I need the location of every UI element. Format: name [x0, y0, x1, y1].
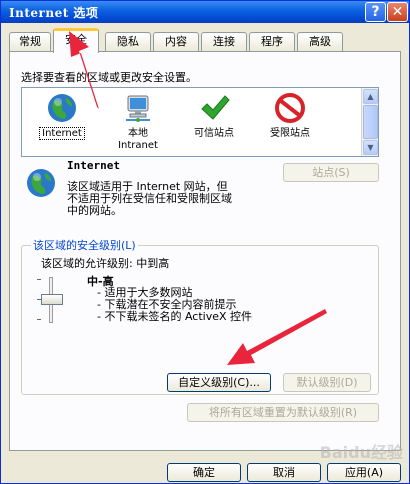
bullet-text: 不下载未签名的 ActiveX 控件 — [104, 310, 253, 323]
tab-privacy[interactable]: 隐私 — [105, 32, 151, 52]
checkmark-icon — [201, 95, 230, 120]
scroll-up-icon[interactable]: ▲ — [363, 89, 378, 104]
security-level-legend: 该区域的安全级别(L) — [31, 237, 138, 253]
slider-tick — [37, 319, 41, 320]
tab-content[interactable]: 内容 — [153, 32, 199, 52]
restricted-icon — [275, 93, 305, 123]
zone-label: 本地 Intranet — [118, 128, 158, 151]
watermark: Baidu经验 — [319, 443, 403, 462]
tab-security[interactable]: 安全 — [53, 28, 99, 53]
description-line: 中的网站。 — [67, 204, 122, 217]
window-title: Internet 选项 — [9, 6, 99, 20]
zone-label: 受限站点 — [270, 128, 310, 139]
allowed-levels-text: 该区域的允许级别: 中到高 — [41, 257, 170, 270]
zone-list-scrollbar[interactable]: ▲ ▼ — [361, 88, 378, 156]
selected-zone-description: 该区域适用于 Internet 网站，但 不适用于列在受信任和受限制区域 中的网… — [67, 181, 232, 217]
computer-network-icon — [126, 95, 150, 122]
zone-local-intranet[interactable]: 本地 Intranet — [102, 92, 174, 152]
default-level-button[interactable]: 默认级别(D) — [283, 373, 371, 392]
slider-tick — [37, 279, 41, 280]
internet-options-window: Internet 选项 ? ✕ 常规 安全 隐私 内容 连接 程序 高级 选择要… — [0, 0, 410, 484]
zone-label: 可信站点 — [194, 128, 234, 139]
zone-trusted-sites[interactable]: 可信站点 — [178, 92, 250, 140]
custom-level-button[interactable]: 自定义级别(C)... — [167, 373, 271, 392]
title-bar[interactable]: Internet 选项 ? ✕ — [1, 1, 409, 23]
tab-advanced[interactable]: 高级 — [297, 32, 343, 52]
globe-icon — [27, 169, 55, 197]
selected-zone-title: Internet — [67, 159, 120, 172]
zone-label: Internet — [39, 127, 85, 140]
apply-button[interactable]: 应用(A) — [327, 463, 401, 482]
scroll-down-icon[interactable]: ▼ — [363, 140, 378, 155]
help-button[interactable]: ? — [365, 2, 386, 22]
zone-list[interactable]: Internet 本地 Intranet 可信站点 受限站点 ▲ ▼ — [21, 87, 379, 157]
zone-prompt: 选择要查看的区域或更改安全设置。 — [21, 71, 197, 84]
tab-general[interactable]: 常规 — [9, 32, 51, 52]
bullet-item: - 不下载未签名的 ActiveX 控件 — [97, 310, 253, 323]
close-button[interactable]: ✕ — [387, 2, 408, 22]
zone-internet[interactable]: Internet — [26, 92, 98, 140]
reset-all-zones-button[interactable]: 将所有区域重置为默认级别(R) — [187, 403, 379, 422]
sites-button[interactable]: 站点(S) — [283, 163, 379, 182]
cancel-button[interactable]: 取消 — [247, 463, 321, 482]
security-level-bullets: - 适用于大多数网站 - 下载潜在不安全内容前提示 - 不下载未签名的 Acti… — [97, 287, 252, 323]
scroll-thumb[interactable] — [363, 105, 378, 139]
zone-restricted-sites[interactable]: 受限站点 — [254, 92, 326, 140]
ok-button[interactable]: 确定 — [167, 463, 241, 482]
tab-programs[interactable]: 程序 — [249, 32, 295, 52]
tab-connections[interactable]: 连接 — [201, 32, 247, 52]
security-slider-thumb[interactable] — [41, 294, 63, 305]
globe-icon — [48, 94, 76, 122]
